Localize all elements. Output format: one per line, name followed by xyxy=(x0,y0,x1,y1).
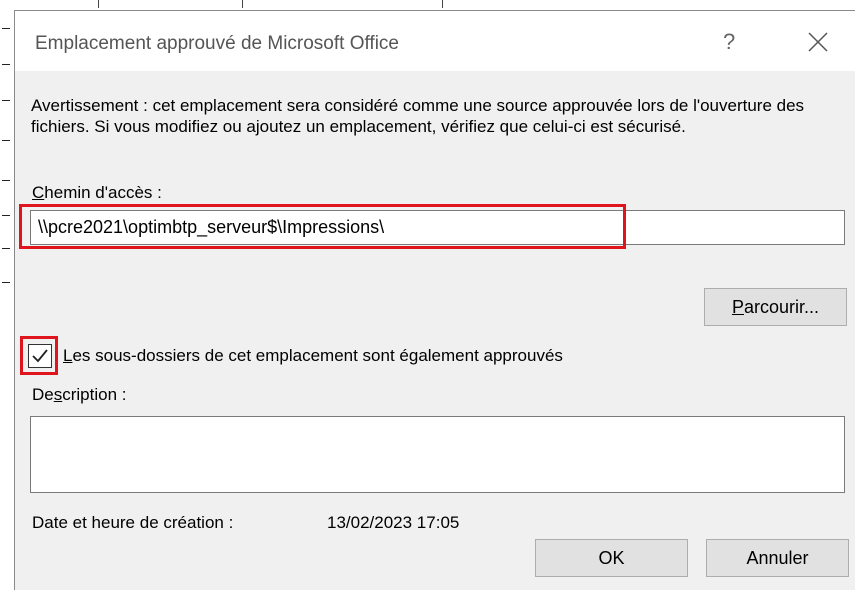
trusted-location-dialog: Emplacement approuvé de Microsoft Office… xyxy=(14,10,855,590)
subfolders-label[interactable]: Les sous-dossiers de cet emplacement son… xyxy=(63,346,563,366)
close-icon xyxy=(808,32,828,52)
close-button[interactable] xyxy=(803,27,833,57)
dialog-title: Emplacement approuvé de Microsoft Office xyxy=(35,33,399,54)
title-bar: Emplacement approuvé de Microsoft Office… xyxy=(15,11,855,71)
description-label: Description : xyxy=(32,385,127,404)
path-label: Chemin d'accès : xyxy=(32,183,162,202)
warning-text: Avertissement : cet emplacement sera con… xyxy=(31,96,805,136)
ok-button[interactable]: OK xyxy=(535,539,688,577)
creation-date-label: Date et heure de création : xyxy=(32,513,234,532)
cancel-button[interactable]: Annuler xyxy=(706,539,849,577)
checkmark-icon xyxy=(32,349,48,363)
description-input[interactable] xyxy=(30,416,845,493)
browse-button[interactable]: Parcourir... xyxy=(704,288,847,326)
background-window-edge xyxy=(0,0,855,10)
subfolders-checkbox[interactable] xyxy=(28,344,52,368)
help-button[interactable]: ? xyxy=(723,29,735,55)
creation-date-value: 13/02/2023 17:05 xyxy=(327,513,460,532)
background-document-edge xyxy=(0,0,14,590)
path-input[interactable]: \\pcre2021\optimbtp_serveur$\Impressions… xyxy=(30,210,845,245)
